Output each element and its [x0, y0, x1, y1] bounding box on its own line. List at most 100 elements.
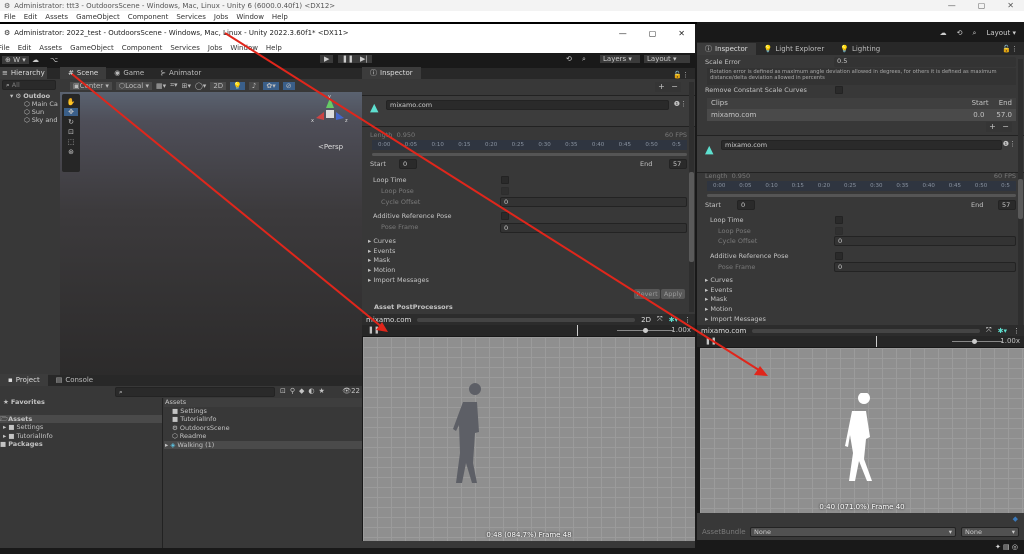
hierarchy-item[interactable]: ⬡ Sun: [10, 108, 58, 116]
menu-component[interactable]: Component: [122, 44, 163, 52]
timeline-ruler[interactable]: 0:00 0:05 0:10 0:15 0:20 0:25 0:30 0:35 0:40 0:45…: [372, 140, 687, 150]
foldout-motion[interactable]: ▸ Motion: [705, 305, 766, 315]
menu-window[interactable]: Window: [236, 13, 264, 21]
start-field[interactable]: 0: [399, 159, 417, 169]
foldout-curves[interactable]: ▸ Curves: [368, 237, 429, 247]
visibility-toggle-icon[interactable]: ⊘: [282, 81, 295, 90]
menu-assets[interactable]: Assets: [39, 44, 62, 52]
cloud-icon[interactable]: ☁: [32, 56, 39, 64]
remove-clip-button[interactable]: −: [671, 82, 678, 92]
projection-toggle[interactable]: <Persp: [318, 143, 343, 151]
clip-range-bar[interactable]: [707, 194, 1016, 197]
cycle-offset-field[interactable]: 0: [834, 236, 1016, 246]
pause-button[interactable]: ❚❚: [338, 55, 358, 63]
loop-time-checkbox[interactable]: [501, 176, 509, 184]
add-clip-button[interactable]: +: [658, 82, 665, 92]
history-icon[interactable]: ⟲: [566, 55, 572, 63]
foldout-import-messages[interactable]: ▸ Import Messages: [705, 315, 766, 325]
tree-settings[interactable]: ▸ ■ Settings: [0, 423, 162, 432]
tab-hierarchy[interactable]: ≡ Hierarchy: [0, 67, 47, 79]
close-button[interactable]: ✕: [1007, 1, 1014, 10]
end-field[interactable]: 57: [669, 159, 687, 169]
menu-services[interactable]: Services: [170, 44, 200, 52]
history-icon[interactable]: ⟲: [957, 29, 963, 37]
layout-dropdown[interactable]: Layout ▾: [986, 29, 1016, 37]
end-field[interactable]: 57: [998, 200, 1016, 210]
apply-button[interactable]: Apply: [661, 289, 685, 299]
rotate-tool-icon[interactable]: ↻: [68, 118, 74, 126]
add-clip-button[interactable]: +: [989, 122, 996, 132]
tab-animator[interactable]: ⊱ Animator: [152, 67, 209, 79]
layout-dropdown[interactable]: Layout ▾: [644, 55, 690, 63]
cloud-icon[interactable]: ☁: [940, 29, 947, 37]
transform-tool-icon[interactable]: ⊛: [68, 148, 74, 156]
more-icon[interactable]: ⋮: [1013, 327, 1020, 335]
menu-help[interactable]: Help: [272, 13, 288, 21]
2d-toggle[interactable]: 2D: [210, 81, 227, 90]
clip-row[interactable]: mixamo.com 0.0 57.0: [707, 109, 1016, 121]
scene-viewport[interactable]: ✋ ✥ ↻ ⊡ ⬚ ⊛ y x z <Persp: [60, 92, 362, 375]
pause-button[interactable]: ❚❚: [705, 337, 717, 345]
revert-button[interactable]: Revert: [634, 289, 660, 299]
menu-jobs[interactable]: Jobs: [208, 44, 222, 52]
menu-file[interactable]: File: [0, 44, 10, 52]
scrollbar[interactable]: [689, 82, 694, 312]
clip-name-field[interactable]: mixamo.com: [721, 140, 1002, 150]
help-icon[interactable]: ❶⋮: [1003, 140, 1016, 148]
speed-slider[interactable]: [617, 328, 673, 333]
pause-button[interactable]: ❚❚: [368, 326, 380, 334]
menu-edit[interactable]: Edit: [24, 13, 38, 21]
back-preview-viewport[interactable]: 0:40 (071.0%) Frame 40: [700, 348, 1024, 513]
asset-bundle-dropdown[interactable]: None ▾: [750, 527, 956, 537]
scale-error-field[interactable]: 0.5: [834, 57, 1016, 67]
asset-item[interactable]: ■ Settings: [164, 407, 362, 416]
tab-lighting[interactable]: 💡 Lighting: [832, 43, 888, 55]
tree-assets[interactable]: 🗁Assets: [0, 414, 162, 423]
hierarchy-item[interactable]: ⬡ Main Ca: [10, 100, 58, 108]
menu-window[interactable]: Window: [230, 44, 258, 52]
speed-slider[interactable]: [952, 339, 1002, 344]
more-icon[interactable]: ⋮: [684, 316, 691, 324]
tab-project[interactable]: ▪ Project: [0, 374, 48, 386]
pivot-dropdown[interactable]: ▣Center ▾: [70, 81, 112, 90]
scene-gizmo[interactable]: y x z: [310, 94, 350, 134]
additive-checkbox[interactable]: [835, 252, 843, 260]
menu-gameobject[interactable]: GameObject: [76, 13, 120, 21]
lock-icon[interactable]: 🔓⋮: [673, 71, 695, 79]
hierarchy-scene[interactable]: ▾ ⚙ Outdoo: [10, 92, 58, 100]
foldout-curves[interactable]: ▸ Curves: [705, 276, 766, 286]
tab-inspector[interactable]: ⓘ Inspector: [697, 43, 756, 55]
remove-clip-button[interactable]: −: [1002, 122, 1009, 132]
minimize-button[interactable]: —: [948, 1, 956, 10]
maximize-button[interactable]: ▢: [978, 1, 986, 10]
account-dropdown[interactable]: ⊕ W ▾: [2, 56, 29, 64]
menu-help[interactable]: Help: [266, 44, 282, 52]
remove-constant-checkbox[interactable]: [835, 86, 843, 94]
help-icon[interactable]: ❶⋮: [674, 100, 687, 108]
asset-item-selected[interactable]: ▸ ◈ Walking (1): [164, 440, 362, 449]
move-tool-icon[interactable]: ✥: [64, 108, 78, 116]
loop-pose-checkbox[interactable]: [501, 187, 509, 195]
search-icon[interactable]: ⌕: [582, 55, 586, 64]
project-filter-icons[interactable]: ⊡⚲◆◐★: [280, 387, 329, 395]
menu-file[interactable]: File: [4, 13, 16, 21]
front-preview-viewport[interactable]: 0:48 (084.7%) Frame 48: [363, 337, 695, 541]
loop-pose-checkbox[interactable]: [835, 227, 843, 235]
hand-tool-icon[interactable]: ✋: [67, 98, 76, 106]
grid-snap-icon[interactable]: ▦▾: [156, 82, 166, 90]
pivot-toggle-icon[interactable]: ⤧: [657, 315, 663, 324]
foldout-events[interactable]: ▸ Events: [705, 286, 766, 296]
asset-bundle-variant-dropdown[interactable]: None ▾: [961, 527, 1019, 537]
tab-game[interactable]: ◉ Game: [106, 67, 152, 79]
tab-inspector[interactable]: ⓘ Inspector: [362, 67, 421, 79]
project-search[interactable]: ⌕: [115, 387, 275, 397]
favorites-item[interactable]: ★ Favorites: [0, 398, 162, 407]
front-preview-timeline[interactable]: ❚❚ 1.00x: [362, 325, 695, 336]
playhead[interactable]: [577, 325, 579, 336]
asset-item[interactable]: ⬡ Readme: [164, 432, 362, 441]
asset-item[interactable]: ■ TutorialInfo: [164, 415, 362, 424]
breadcrumb[interactable]: Assets: [164, 398, 362, 407]
clip-name-field[interactable]: mixamo.com: [386, 100, 669, 110]
menu-services[interactable]: Services: [176, 13, 206, 21]
start-field[interactable]: 0: [737, 200, 755, 210]
